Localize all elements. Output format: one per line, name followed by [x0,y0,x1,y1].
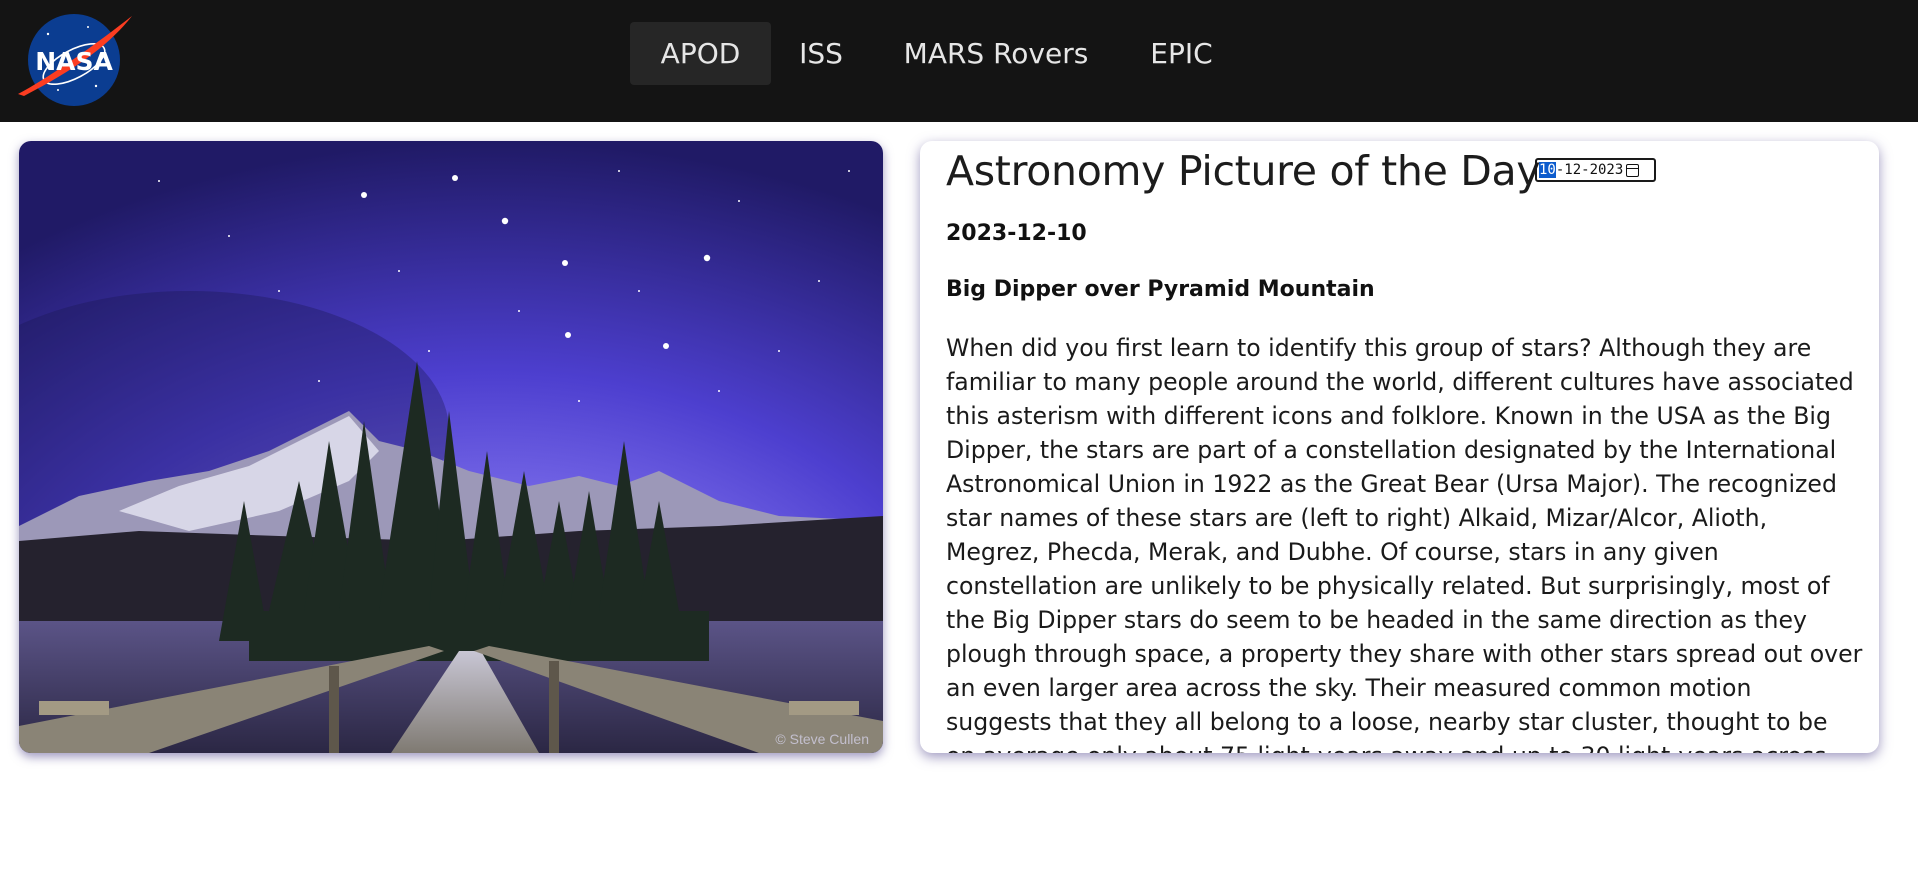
nav-mars-rovers[interactable]: MARS Rovers [893,22,1099,85]
nav-apod[interactable]: APOD [630,22,771,85]
photo-credit: © Steve Cullen [775,731,869,747]
apod-date: 2023-12-10 [946,221,1087,246]
apod-title: Big Dipper over Pyramid Mountain [946,277,1375,302]
apod-explanation: When did you first learn to identify thi… [946,334,1863,753]
nav-iss[interactable]: ISS [788,22,854,85]
top-navbar: NASA APOD ISS MARS Rovers EPIC [0,0,1918,122]
date-month-segment[interactable]: 10 [1539,162,1556,178]
date-picker-input[interactable]: 10 -12-2023 [1535,158,1656,182]
calendar-icon[interactable] [1626,163,1640,177]
page-title: Astronomy Picture of the Day [946,147,1541,195]
apod-image[interactable]: © Steve Cullen [19,141,883,753]
apod-photo-illustration: © Steve Cullen [19,141,883,753]
nav-epic[interactable]: EPIC [1140,22,1223,85]
date-rest-segment[interactable]: -12-2023 [1556,162,1623,178]
apod-info-card: Astronomy Picture of the Day 10 -12-2023 … [920,141,1879,753]
main-nav: APOD ISS MARS Rovers EPIC [0,22,1918,85]
